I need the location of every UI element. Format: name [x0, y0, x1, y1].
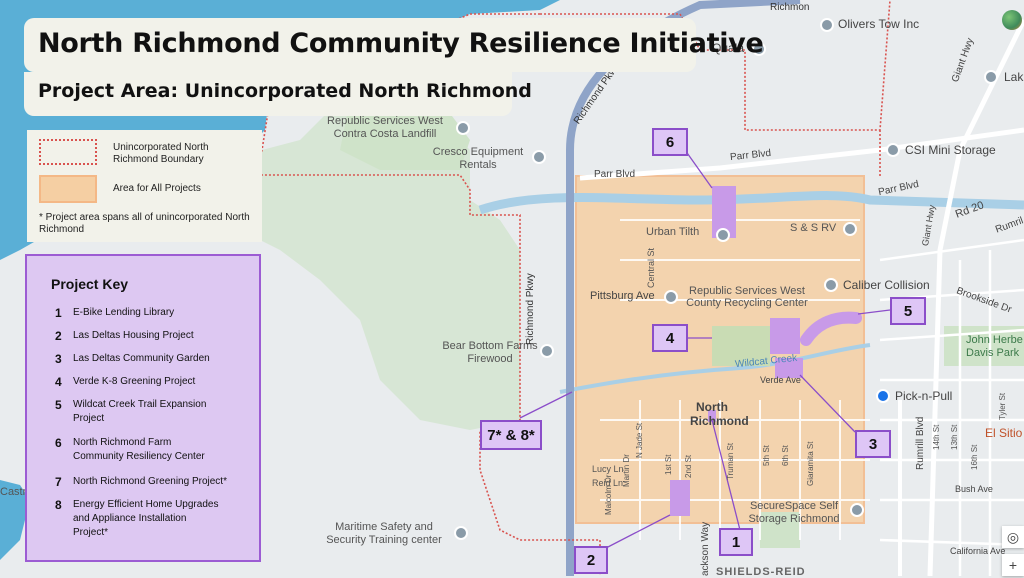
page-title: North Richmond Community Resilience Init… — [38, 28, 764, 59]
key-item-label: Las Deltas Community Garden — [73, 353, 210, 364]
bear-bottom-pin-icon[interactable] — [540, 344, 554, 358]
locate-me-icon[interactable]: ◎ — [1002, 526, 1024, 548]
key-item-number: 1 — [55, 306, 62, 320]
site-3 — [775, 358, 803, 378]
key-item-number: 8 — [55, 498, 62, 512]
park-south — [760, 512, 800, 548]
key-item-label: North Richmond Farm Community Resiliency… — [73, 437, 205, 462]
key-item-label: Energy Efficient Home Upgrades and Appli… — [73, 499, 219, 538]
key-item-number: 3 — [55, 352, 62, 366]
site-4 — [770, 318, 800, 354]
key-item-label: Verde K-8 Greening Project — [73, 376, 196, 387]
urban-tilth-pin-icon[interactable] — [716, 228, 730, 242]
callout-4: 4 — [652, 324, 688, 352]
maritime-pin-icon[interactable] — [454, 526, 468, 540]
area-legend-label: Area for All Projects — [113, 183, 201, 194]
key-item-label: E-Bike Lending Library — [73, 307, 175, 318]
key-item-label: North Richmond Greening Project* — [73, 476, 227, 487]
page-subtitle: Project Area: Unincorporated North Richm… — [38, 80, 532, 102]
zoom-in-button[interactable]: + — [1002, 554, 1024, 576]
boundary-legend-label: Unincorporated North Richmond Boundary — [113, 142, 209, 165]
park-verde — [712, 326, 770, 366]
recycling-pin-icon[interactable] — [664, 290, 678, 304]
caliber-pin-icon[interactable] — [824, 278, 838, 292]
giant-hwy-road — [927, 18, 1024, 576]
key-item-number: 7 — [55, 475, 62, 489]
callout-5: 5 — [890, 297, 926, 325]
area-swatch — [39, 175, 97, 203]
pick-n-pull-pin-icon[interactable] — [876, 389, 890, 403]
ss-rv-pin-icon[interactable] — [843, 222, 857, 236]
csi-pin-icon[interactable] — [886, 143, 900, 157]
callout-2: 2 — [574, 546, 608, 574]
olivers-tow-pin-icon[interactable] — [820, 18, 834, 32]
key-item-number: 5 — [55, 398, 62, 412]
avatar[interactable] — [1002, 10, 1022, 30]
key-item-number: 4 — [55, 375, 62, 389]
project-key: Project Key 1 E-Bike Lending Library 2 L… — [25, 254, 261, 562]
project-key-title: Project Key — [51, 276, 129, 292]
boundary-swatch — [39, 139, 97, 165]
key-item-label: Las Deltas Housing Project — [73, 330, 194, 341]
site-2 — [670, 480, 690, 516]
key-item-number: 2 — [55, 329, 62, 343]
callout-1: 1 — [719, 528, 753, 556]
key-item-number: 6 — [55, 436, 62, 450]
cresco-pin-icon[interactable] — [532, 150, 546, 164]
key-item-label: Wildcat Creek Trail Expansion Project — [73, 399, 207, 424]
callout-3: 3 — [855, 430, 891, 458]
legend-footnote: * Project area spans all of unincorporat… — [39, 212, 250, 235]
callout-7-8: 7* & 8* — [480, 420, 542, 450]
callout-6: 6 — [652, 128, 688, 156]
lake-pin-icon[interactable] — [984, 70, 998, 84]
securespace-pin-icon[interactable] — [850, 503, 864, 517]
landfill-pin-icon[interactable] — [456, 121, 470, 135]
map-legend: Unincorporated North Richmond Boundary A… — [27, 130, 262, 242]
